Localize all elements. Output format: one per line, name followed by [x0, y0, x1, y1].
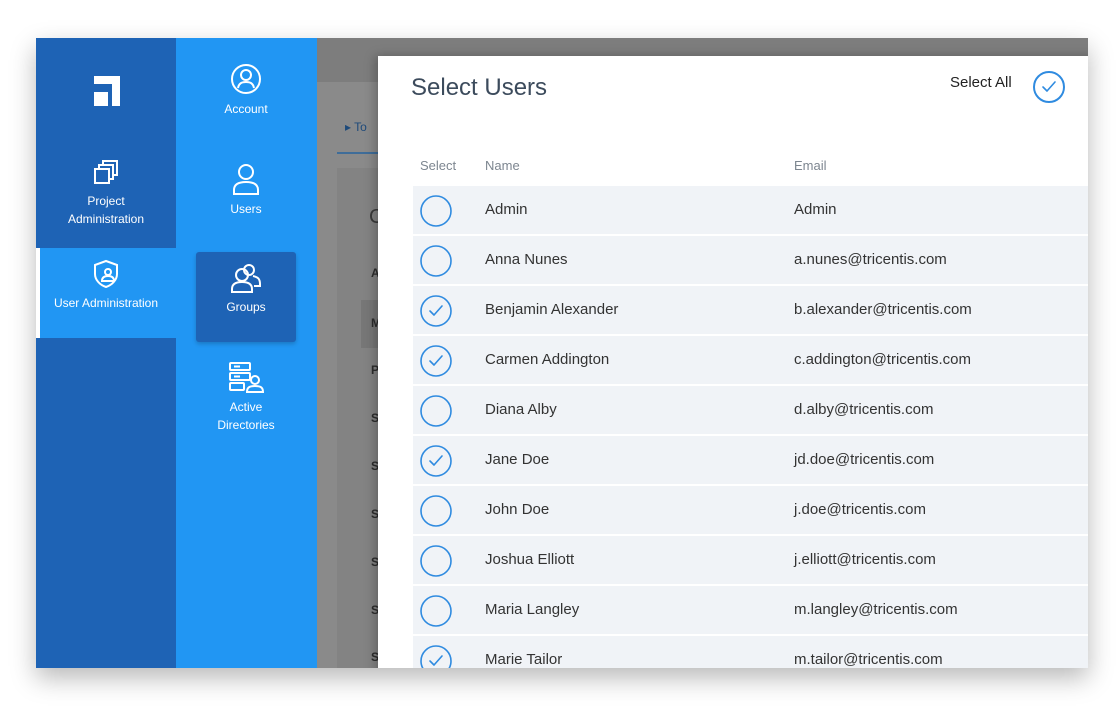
nav-account-label: Account [224, 102, 268, 116]
user-email: c.addington@tricentis.com [794, 351, 971, 368]
nav-active-directories[interactable]: Active Directories [196, 360, 296, 434]
table-row[interactable]: Benjamin Alexander b.alexander@tricentis.… [413, 286, 1088, 336]
nav-user-administration[interactable]: User Administration [36, 248, 176, 338]
checked-circle-checkbox[interactable] [419, 644, 453, 668]
nav-groups-label: Groups [226, 300, 266, 314]
select-all-label[interactable]: Select All [950, 74, 1012, 91]
user-icon [233, 164, 259, 195]
table-row[interactable]: Maria Langley m.langley@tricentis.com [413, 586, 1088, 636]
user-email: a.nunes@tricentis.com [794, 251, 947, 268]
nav-groups[interactable]: Groups [196, 252, 296, 342]
checked-circle-checkbox[interactable] [419, 444, 453, 478]
account-icon [231, 64, 261, 94]
table-row[interactable]: Joshua Elliott j.elliott@tricentis.com [413, 536, 1088, 586]
empty-circle-checkbox[interactable] [419, 194, 453, 228]
user-name: Marie Tailor [485, 651, 563, 668]
nav-project-administration[interactable]: Project Administration [36, 158, 176, 228]
table-header: Select Name Email [413, 158, 1088, 178]
empty-circle-checkbox[interactable] [419, 244, 453, 278]
nav-active-directories-label-2: Directories [217, 418, 275, 432]
dialog-title: Select Users [411, 74, 548, 101]
user-email: b.alexander@tricentis.com [794, 301, 972, 318]
table-row[interactable]: John Doe j.doe@tricentis.com [413, 486, 1088, 536]
table-row[interactable]: Marie Tailor m.tailor@tricentis.com [413, 636, 1088, 668]
active-indicator [36, 248, 40, 338]
user-email: d.alby@tricentis.com [794, 401, 934, 418]
column-header-select: Select [420, 158, 457, 173]
user-name: Diana Alby [485, 401, 557, 418]
table-row[interactable]: Anna Nunes a.nunes@tricentis.com [413, 236, 1088, 286]
user-name: Benjamin Alexander [485, 301, 619, 318]
user-name: Jane Doe [485, 451, 550, 468]
column-header-email: Email [794, 158, 827, 173]
primary-nav: Project Administration User Administrati… [36, 38, 176, 668]
users-table-body: Admin Admin Anna Nunes a.nunes@tricentis.co… [413, 186, 1088, 668]
table-row[interactable]: Admin Admin [413, 186, 1088, 236]
table-row[interactable]: Jane Doe jd.doe@tricentis.com [413, 436, 1088, 486]
checked-circle-checkbox[interactable] [419, 344, 453, 378]
active-directory-icon [229, 362, 265, 393]
secondary-nav: Account Users Groups Active Directories [176, 38, 317, 668]
table-row[interactable]: Carmen Addington c.addington@tricentis.co… [413, 336, 1088, 386]
groups-icon [231, 264, 261, 293]
user-name: Carmen Addington [485, 351, 610, 368]
empty-circle-checkbox[interactable] [419, 494, 453, 528]
user-email: j.elliott@tricentis.com [794, 551, 936, 568]
empty-circle-checkbox[interactable] [419, 394, 453, 428]
nav-user-administration-label: User Administration [53, 296, 159, 310]
nav-project-administration-label-1: Project [87, 194, 125, 208]
select-users-dialog: Select Users Select All Select Name Emai… [378, 56, 1088, 668]
app-window: Project Administration User Administrati… [36, 38, 1088, 668]
user-name: Admin [485, 201, 528, 218]
user-email: j.doe@tricentis.com [794, 501, 926, 518]
nav-users-label: Users [230, 202, 262, 216]
user-name: Joshua Elliott [485, 551, 575, 568]
nav-project-administration-label-2: Administration [67, 212, 145, 226]
checked-circle-checkbox[interactable] [419, 294, 453, 328]
user-email: m.tailor@tricentis.com [794, 651, 943, 668]
user-name: Anna Nunes [485, 251, 568, 268]
table-row[interactable]: Diana Alby d.alby@tricentis.com [413, 386, 1088, 436]
nav-active-directories-label-1: Active [229, 400, 263, 414]
nav-users[interactable]: Users [196, 162, 296, 218]
user-name: John Doe [485, 501, 550, 518]
tricentis-logo-icon [94, 76, 120, 106]
user-name: Maria Langley [485, 601, 580, 618]
empty-circle-checkbox[interactable] [419, 544, 453, 578]
column-header-name: Name [485, 158, 520, 173]
project-admin-icon [94, 160, 118, 184]
nav-account[interactable]: Account [196, 62, 296, 118]
user-email: Admin [794, 201, 837, 218]
user-email: jd.doe@tricentis.com [794, 451, 935, 468]
select-all-checkbox[interactable] [1032, 70, 1066, 104]
empty-circle-checkbox[interactable] [419, 594, 453, 628]
user-email: m.langley@tricentis.com [794, 601, 958, 618]
background-tab-label: ▸ To [345, 120, 367, 134]
user-shield-icon [94, 259, 118, 289]
